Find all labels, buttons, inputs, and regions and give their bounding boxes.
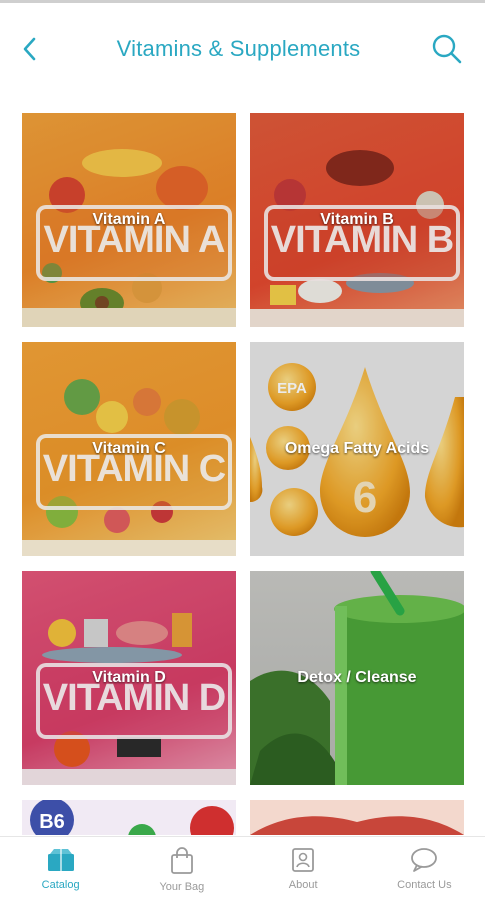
- lips-illustration: [250, 816, 464, 835]
- nav-catalog[interactable]: Catalog: [0, 837, 121, 901]
- nav-label: Catalog: [41, 879, 80, 891]
- about-icon: [292, 848, 315, 872]
- catalog-tile-vitamin-c[interactable]: VITAMIN C Vitamin C: [22, 342, 236, 556]
- catalog-tile-vitamin-d[interactable]: VITAMIN D Vitamin D: [22, 571, 236, 785]
- catalog-tile-detox-cleanse[interactable]: Detox / Cleanse: [250, 571, 464, 785]
- nav-label: Your Bag: [159, 881, 205, 893]
- nav-label: About: [288, 879, 318, 891]
- back-button[interactable]: [6, 25, 54, 73]
- nav-contact-us[interactable]: Contact Us: [364, 837, 485, 901]
- catalog-icon: [47, 849, 74, 871]
- tile-label: Vitamin D: [92, 669, 166, 686]
- tile-label: Vitamin B: [320, 211, 394, 228]
- catalog-tile-vitamin-a[interactable]: VITAMIN A Vitamin A: [22, 113, 236, 327]
- nav-label: Contact Us: [397, 879, 452, 891]
- search-icon: [432, 34, 462, 64]
- nav-about[interactable]: About: [243, 837, 364, 901]
- catalog-tile-vitamin-b[interactable]: VITAMIN B Vitamin B: [250, 113, 464, 327]
- app-header: Vitamins & Supplements: [0, 3, 485, 95]
- tile-label: Omega Fatty Acids: [284, 440, 430, 457]
- vitamin-pills-illustration: B6: [30, 800, 234, 835]
- catalog-grid: VITAMIN A Vitamin A VITAMIN B Vitamin B: [22, 113, 464, 835]
- tile-label: Vitamin C: [92, 440, 166, 457]
- chat-icon: [411, 848, 438, 872]
- tile-image: [250, 800, 464, 835]
- page-title: Vitamins & Supplements: [116, 36, 361, 61]
- search-button[interactable]: [423, 25, 471, 73]
- tile-image: B6: [22, 800, 236, 835]
- tile-label: Detox / Cleanse: [297, 669, 417, 686]
- nav-your-bag[interactable]: Your Bag: [121, 837, 242, 901]
- catalog-tile-partial-left[interactable]: B6: [22, 800, 236, 835]
- bottom-navigation: Catalog Your Bag About Contact Us: [0, 836, 485, 901]
- b6-badge-text: B6: [39, 811, 65, 833]
- catalog-tile-omega-fatty-acids[interactable]: EPA 6 Omega Fatty Acids: [250, 342, 464, 556]
- bag-icon: [170, 847, 193, 874]
- chevron-left-icon: [23, 37, 36, 61]
- catalog-tile-partial-right[interactable]: [250, 800, 464, 835]
- tile-label: Vitamin A: [92, 211, 166, 228]
